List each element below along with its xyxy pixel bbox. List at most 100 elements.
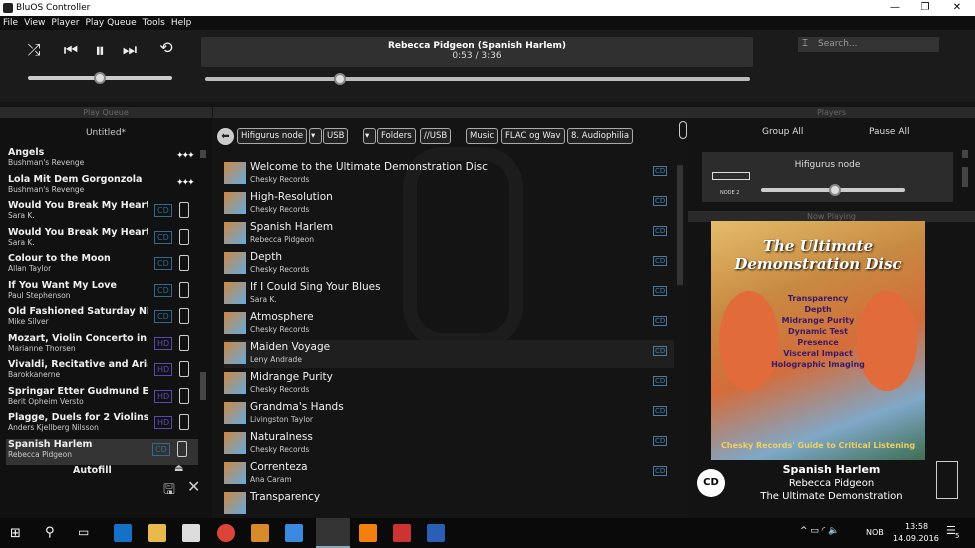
queue-item[interactable]: If You Want My Love Paul Stephenson CD (8, 280, 198, 306)
windows-start-icon[interactable]: ⊞ (10, 526, 21, 541)
queue-item[interactable]: Mozart, Violin Concerto in D MMarianne T… (8, 333, 198, 359)
clear-queue-icon[interactable]: ✕ (187, 477, 200, 496)
browser-item[interactable]: Spanish Harlem Rebecca Pidgeon CD (224, 220, 674, 248)
browser-item[interactable]: Transparency (224, 490, 674, 518)
album-art-text: Dynamic Test (788, 327, 848, 336)
browser-item-artist: Chesky Records (250, 265, 310, 274)
vlc-icon[interactable] (359, 524, 377, 542)
back-icon[interactable]: ⬅ (217, 128, 234, 145)
browser-scrollbar[interactable] (677, 165, 683, 285)
browser-item-title: If I Could Sing Your Blues (250, 281, 381, 293)
browser-item-artist: Chesky Records (250, 325, 310, 334)
search-taskbar-icon[interactable]: ⚲ (45, 525, 55, 540)
breadcrumb-item[interactable]: Folders (377, 128, 416, 144)
cd-badge: CD (653, 286, 668, 296)
queue-item[interactable]: Angels Bushman's Revenge ✦✦✦ (8, 147, 198, 173)
browser-item[interactable]: Depth Chesky Records CD (224, 250, 674, 278)
save-queue-icon[interactable]: 🖫 (163, 479, 175, 503)
minimize-button[interactable]: — (880, 0, 910, 16)
breadcrumb-item[interactable]: Hifigurus node (237, 128, 308, 144)
browser-item-title: Midrange Purity (250, 371, 333, 383)
browser-item[interactable]: High-Resolution Chesky Records CD (224, 190, 674, 218)
menu-help[interactable]: Help (171, 16, 192, 30)
breadcrumb-item[interactable]: Music (466, 128, 499, 144)
browser-item[interactable]: Welcome to the Ultimate Demonstration Di… (224, 160, 674, 188)
word-icon[interactable] (427, 524, 445, 542)
queue-item-title: Mozart, Violin Concerto in D M (8, 332, 148, 344)
group-all-button[interactable]: Group All (762, 127, 803, 137)
breadcrumb-dropdown-icon[interactable]: ▾ (309, 128, 322, 144)
queue-item[interactable]: Vivaldi, Recitative and Aria frBarokkane… (8, 359, 198, 385)
browser-item[interactable]: Maiden Voyage Leny Andrade CD (224, 340, 674, 368)
task-view-icon[interactable]: ▭ (78, 525, 89, 539)
volume-knob[interactable] (94, 72, 106, 84)
quality-badge: HD (154, 389, 173, 403)
queue-scrollbar[interactable] (200, 372, 206, 400)
progress-slider[interactable] (205, 77, 750, 81)
shuffle-icon[interactable]: ⤮ (22, 40, 46, 60)
menu-view[interactable]: View (24, 16, 45, 30)
browser-item[interactable]: Naturalness Chesky Records CD (224, 430, 674, 458)
menu-play-queue[interactable]: Play Queue (85, 16, 136, 30)
browser-item[interactable]: Atmosphere Chesky Records CD (224, 310, 674, 338)
search-input[interactable]: Search... (798, 37, 939, 52)
quality-badge: CD (154, 283, 172, 297)
album-art-text: Transparency (787, 294, 849, 303)
breadcrumb-item[interactable]: FLAC og Wav (501, 128, 565, 144)
queue-item-artist: Bushman's Revenge (8, 158, 85, 167)
previous-icon[interactable]: ⏮ (59, 40, 83, 60)
pause-icon[interactable]: ⏸ (88, 38, 112, 62)
next-icon[interactable]: ⏭ (118, 40, 142, 60)
bluos-taskbar-icon[interactable] (316, 518, 350, 548)
clock-time[interactable]: 13:58 (905, 522, 928, 531)
close-button[interactable]: ✕ (942, 0, 972, 16)
breadcrumb-item[interactable]: 8. Audiophilia (567, 128, 634, 144)
pause-all-button[interactable]: Pause All (869, 127, 910, 137)
track-thumbnail (224, 252, 246, 274)
players-scrollbar[interactable] (962, 167, 968, 187)
browser-item-title: Grandma's Hands (250, 401, 344, 413)
queue-item[interactable]: Lola Mit Dem Gorgonzola Bushman's Revenge… (8, 174, 198, 200)
scrollbar-up[interactable] (200, 150, 206, 158)
progress-knob[interactable] (334, 73, 346, 85)
maximize-button[interactable]: ❐ (910, 0, 940, 16)
queue-item[interactable]: Spanish Harlem Rebecca Pidgeon CD (6, 438, 198, 465)
repeat-icon[interactable]: ⟲ (154, 38, 178, 57)
players-scroll-up[interactable] (962, 150, 968, 158)
breadcrumb-item[interactable]: //USB (420, 128, 452, 144)
quality-badge: CD (154, 257, 172, 270)
browser-item[interactable]: Correnteza Ana Caram CD (224, 460, 674, 488)
menu-player[interactable]: Player (51, 16, 79, 30)
album-art-text: Depth (804, 305, 832, 314)
chrome-icon[interactable] (217, 524, 235, 542)
menu-file[interactable]: File (3, 16, 18, 30)
browser-scroll-handle[interactable] (679, 121, 687, 139)
app-icon[interactable] (285, 524, 303, 542)
queue-item[interactable]: Old Fashioned Saturday NightMike SilverC… (8, 306, 198, 332)
edge-icon[interactable] (114, 524, 132, 542)
player-card[interactable]: Hifigurus node NODE 2 (702, 152, 953, 202)
clock-date[interactable]: 14.09.2016 (893, 534, 939, 543)
taskbar: ⊞ ⚲ ▭ ^ ▭ ◜ 🔈 NOB 13:58 14.09.2016 ☰ 5 (0, 518, 975, 548)
language-indicator[interactable]: NOB (866, 528, 884, 537)
breadcrumb-item[interactable]: USB (323, 128, 349, 144)
store-icon[interactable] (182, 524, 200, 542)
autofill-icon[interactable]: ⏏ (174, 463, 183, 474)
browser-item[interactable]: If I Could Sing Your Blues Sara K. CD (224, 280, 674, 308)
queue-item[interactable]: Would You Break My Heart Sara K. CD (8, 200, 198, 226)
media-icon[interactable] (251, 524, 269, 542)
browser-item[interactable]: Midrange Purity Chesky Records CD (224, 370, 674, 398)
track-thumbnail (224, 462, 246, 484)
queue-item[interactable]: Would You Break My Heart Sara K. CD (8, 227, 198, 253)
explorer-icon[interactable] (148, 524, 166, 542)
tray-icons[interactable]: ^ ▭ ◜ 🔈 (800, 526, 839, 536)
queue-item[interactable]: Springar Etter Gudmund EideBerit Opheim … (8, 386, 198, 412)
player-volume-knob[interactable] (829, 184, 841, 196)
app2-icon[interactable] (393, 524, 411, 542)
browser-item[interactable]: Grandma's Hands Livingston Taylor CD (224, 400, 674, 428)
breadcrumb-dropdown-icon[interactable]: ▾ (363, 128, 376, 144)
queue-item[interactable]: Colour to the Moon Allan Taylor CD (8, 253, 198, 279)
menu-tools[interactable]: Tools (143, 16, 165, 30)
usb-icon (179, 308, 189, 324)
queue-item[interactable]: Plagge, Duels for 2 Violins - ViAnders K… (8, 412, 198, 438)
